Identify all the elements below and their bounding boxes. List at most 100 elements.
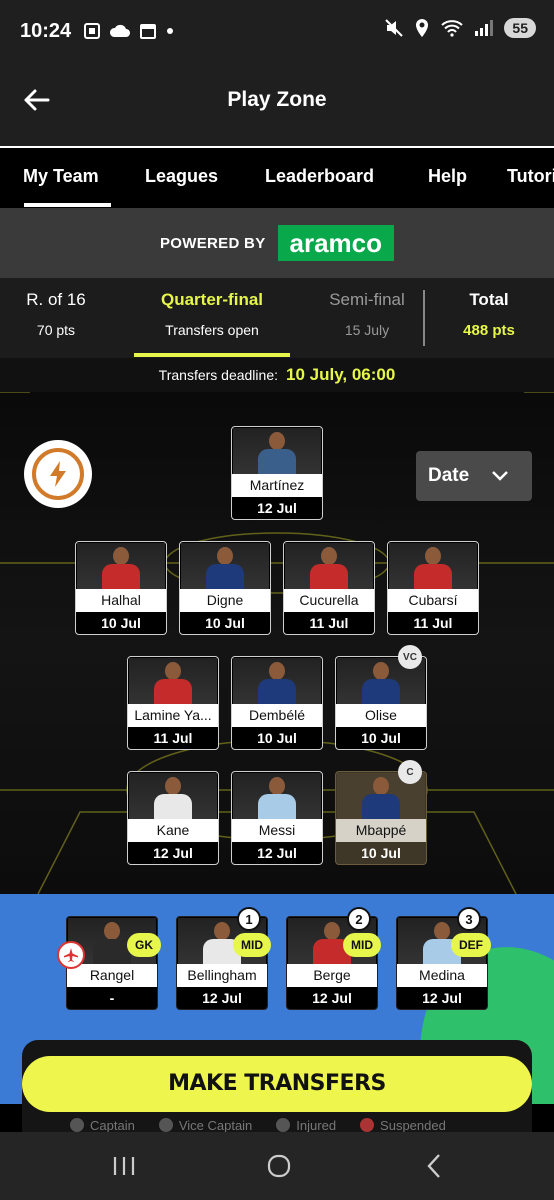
player-match-date: 10 Jul (361, 730, 401, 746)
round-selector: R. of 16 70 pts Quarter-final Transfers … (0, 278, 554, 358)
bench-card-bellingham[interactable]: Bellingham 12 Jul MID 1 (176, 907, 271, 1010)
suspended-icon (360, 1118, 375, 1132)
player-match-date: 12 Jul (153, 845, 193, 861)
boost-button[interactable] (24, 440, 92, 508)
make-transfers-button[interactable]: MAKE TRANSFERS (22, 1056, 532, 1112)
sponsor-banner: POWERED BY aramco (0, 208, 554, 278)
captain-badge: C (398, 760, 422, 784)
player-match-date: 12 Jul (257, 500, 297, 516)
recent-apps-icon (113, 1157, 135, 1175)
status-left-icons (83, 22, 175, 40)
deadline-label: Transfers deadline: (158, 367, 278, 383)
screenshot-icon (84, 23, 101, 39)
bench-order-badge: 1 (237, 907, 261, 931)
status-time: 10:24 (20, 19, 72, 42)
injured-icon (276, 1118, 291, 1132)
tab-bar: My Team Leagues Leaderboard Help Tutoria… (0, 146, 554, 208)
total-value: 488 pts (463, 322, 515, 339)
app-bar: Play Zone (0, 62, 554, 146)
transfers-deadline: Transfers deadline: 10 July, 06:00 (0, 358, 554, 392)
home-icon (267, 1154, 291, 1178)
captain-icon (70, 1118, 84, 1132)
player-photo (129, 658, 217, 704)
round-title: Semi-final (329, 290, 405, 309)
bench-order-badge: 3 (457, 907, 481, 931)
legend-label: Injured (296, 1118, 337, 1132)
player-name: Cucurella (284, 589, 374, 612)
player-name: Mbappé (336, 819, 426, 842)
recent-apps-button[interactable] (108, 1150, 140, 1182)
plane-icon (57, 941, 85, 969)
calendar-icon (140, 24, 157, 39)
home-button[interactable] (262, 1150, 296, 1182)
location-icon (416, 19, 429, 37)
total-title: Total (469, 290, 509, 309)
tab-leaderboard[interactable]: Leaderboard (265, 166, 374, 187)
player-photo (181, 543, 269, 589)
round-active-indicator (134, 353, 290, 357)
boost-ring (32, 448, 84, 500)
position-badge: DEF (451, 933, 491, 957)
player-name: Martínez (232, 474, 322, 497)
round-quarter-final[interactable]: Quarter-final Transfers open (134, 290, 290, 338)
player-name: Rangel (67, 964, 157, 987)
tab-tutorial[interactable]: Tutorial (507, 166, 554, 187)
player-card-mbappe[interactable]: Mbappé 10 Jul C (335, 760, 427, 865)
position-badge: GK (127, 933, 161, 957)
round-sub: Transfers open (165, 322, 259, 338)
legend-label: Suspended (380, 1118, 446, 1132)
player-match-date: 11 Jul (153, 730, 193, 746)
player-name: Olise (336, 704, 426, 727)
player-card-cubarsi[interactable]: Cubarsí 11 Jul (387, 541, 479, 635)
player-photo (285, 543, 373, 589)
player-card-halhal[interactable]: Halhal 10 Jul (75, 541, 167, 635)
player-card-digne[interactable]: Digne 10 Jul (179, 541, 271, 635)
player-match-date: 10 Jul (257, 730, 297, 746)
deadline-value: 10 July, 06:00 (286, 365, 396, 384)
tab-leagues[interactable]: Leagues (145, 166, 218, 187)
player-card-martinez[interactable]: Martínez 12 Jul (231, 426, 323, 520)
wifi-icon (441, 20, 464, 37)
player-card-dembele[interactable]: Dembélé 10 Jul (231, 656, 323, 750)
legend-suspended: Suspended (360, 1118, 446, 1132)
bench-card-rangel[interactable]: Rangel - GK (57, 916, 161, 1010)
dot-icon (167, 28, 174, 34)
player-card-lamine-yamal[interactable]: Lamine Ya... 11 Jul (127, 656, 219, 750)
cloud-icon (110, 24, 131, 37)
player-name: Halhal (76, 589, 166, 612)
status-bar: 10:24 55 (0, 0, 554, 62)
player-name: Medina (397, 964, 487, 987)
position-badge: MID (233, 933, 271, 957)
round-r16[interactable]: R. of 16 70 pts (22, 290, 90, 338)
powered-by-label: POWERED BY (159, 234, 266, 252)
tab-help[interactable]: Help (428, 166, 467, 187)
round-sub: 70 pts (36, 322, 76, 338)
bench-card-medina[interactable]: Medina 12 Jul DEF 3 (396, 907, 491, 1010)
date-sort-dropdown[interactable]: Date (416, 451, 532, 501)
bench-order-badge: 2 (347, 907, 371, 931)
aramco-logo: aramco (277, 225, 394, 261)
round-title: R. of 16 (26, 290, 86, 309)
bench-card-berge[interactable]: Berge 12 Jul MID 2 (286, 907, 381, 1010)
signal-icon (475, 20, 494, 36)
round-sub: 15 July (344, 322, 390, 338)
player-photo (233, 428, 321, 474)
player-match-date: 12 Jul (202, 990, 242, 1006)
player-name: Kane (128, 819, 218, 842)
player-card-messi[interactable]: Messi 12 Jul (231, 771, 323, 865)
player-card-olise[interactable]: Olise 10 Jul VC (335, 645, 427, 750)
legend-captain: Captain (70, 1118, 135, 1132)
player-name: Berge (287, 964, 377, 987)
round-semi-final[interactable]: Semi-final 15 July (316, 290, 418, 338)
player-card-cucurella[interactable]: Cucurella 11 Jul (283, 541, 375, 635)
player-photo (233, 773, 321, 819)
player-card-kane[interactable]: Kane 12 Jul (127, 771, 219, 865)
system-back-button[interactable] (418, 1150, 450, 1182)
date-sort-label: Date (428, 465, 470, 486)
player-match-date: 10 Jul (101, 615, 141, 631)
page-title: Play Zone (227, 88, 327, 111)
player-name: Bellingham (177, 964, 267, 987)
legend-label: Vice Captain (178, 1118, 253, 1132)
player-photo (389, 543, 477, 589)
tab-my-team[interactable]: My Team (23, 166, 99, 187)
